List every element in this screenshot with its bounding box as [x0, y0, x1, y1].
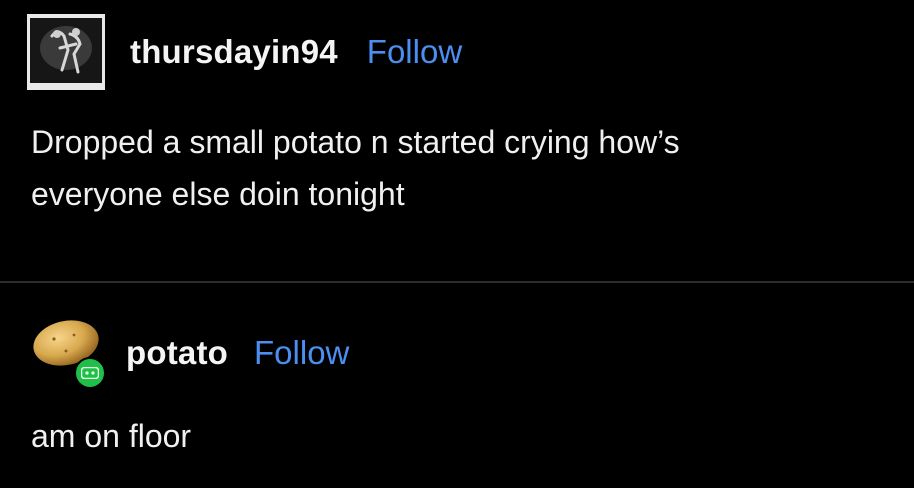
- post-body: Dropped a small potato n started crying …: [31, 116, 891, 220]
- avatar[interactable]: [27, 14, 105, 90]
- post-body-line: Dropped a small potato n started crying …: [31, 124, 680, 160]
- username[interactable]: potato: [126, 334, 228, 372]
- post-body-line: everyone else doin tonight: [31, 176, 405, 212]
- avatar[interactable]: [30, 313, 110, 393]
- group-badge-icon: [74, 357, 106, 389]
- post-header: thursdayin94 Follow: [27, 12, 462, 92]
- post-potato: potato Follow am on floor: [0, 283, 914, 488]
- username[interactable]: thursdayin94: [130, 33, 338, 71]
- bw-photo-avatar-icon: [30, 18, 102, 83]
- post-body: am on floor: [31, 410, 891, 462]
- follow-button[interactable]: Follow: [254, 334, 349, 372]
- post-header: potato Follow: [30, 313, 349, 393]
- post-thursdayin94: thursdayin94 Follow Dropped a small pota…: [0, 0, 914, 282]
- follow-button[interactable]: Follow: [367, 33, 462, 71]
- post-body-line: am on floor: [31, 418, 192, 454]
